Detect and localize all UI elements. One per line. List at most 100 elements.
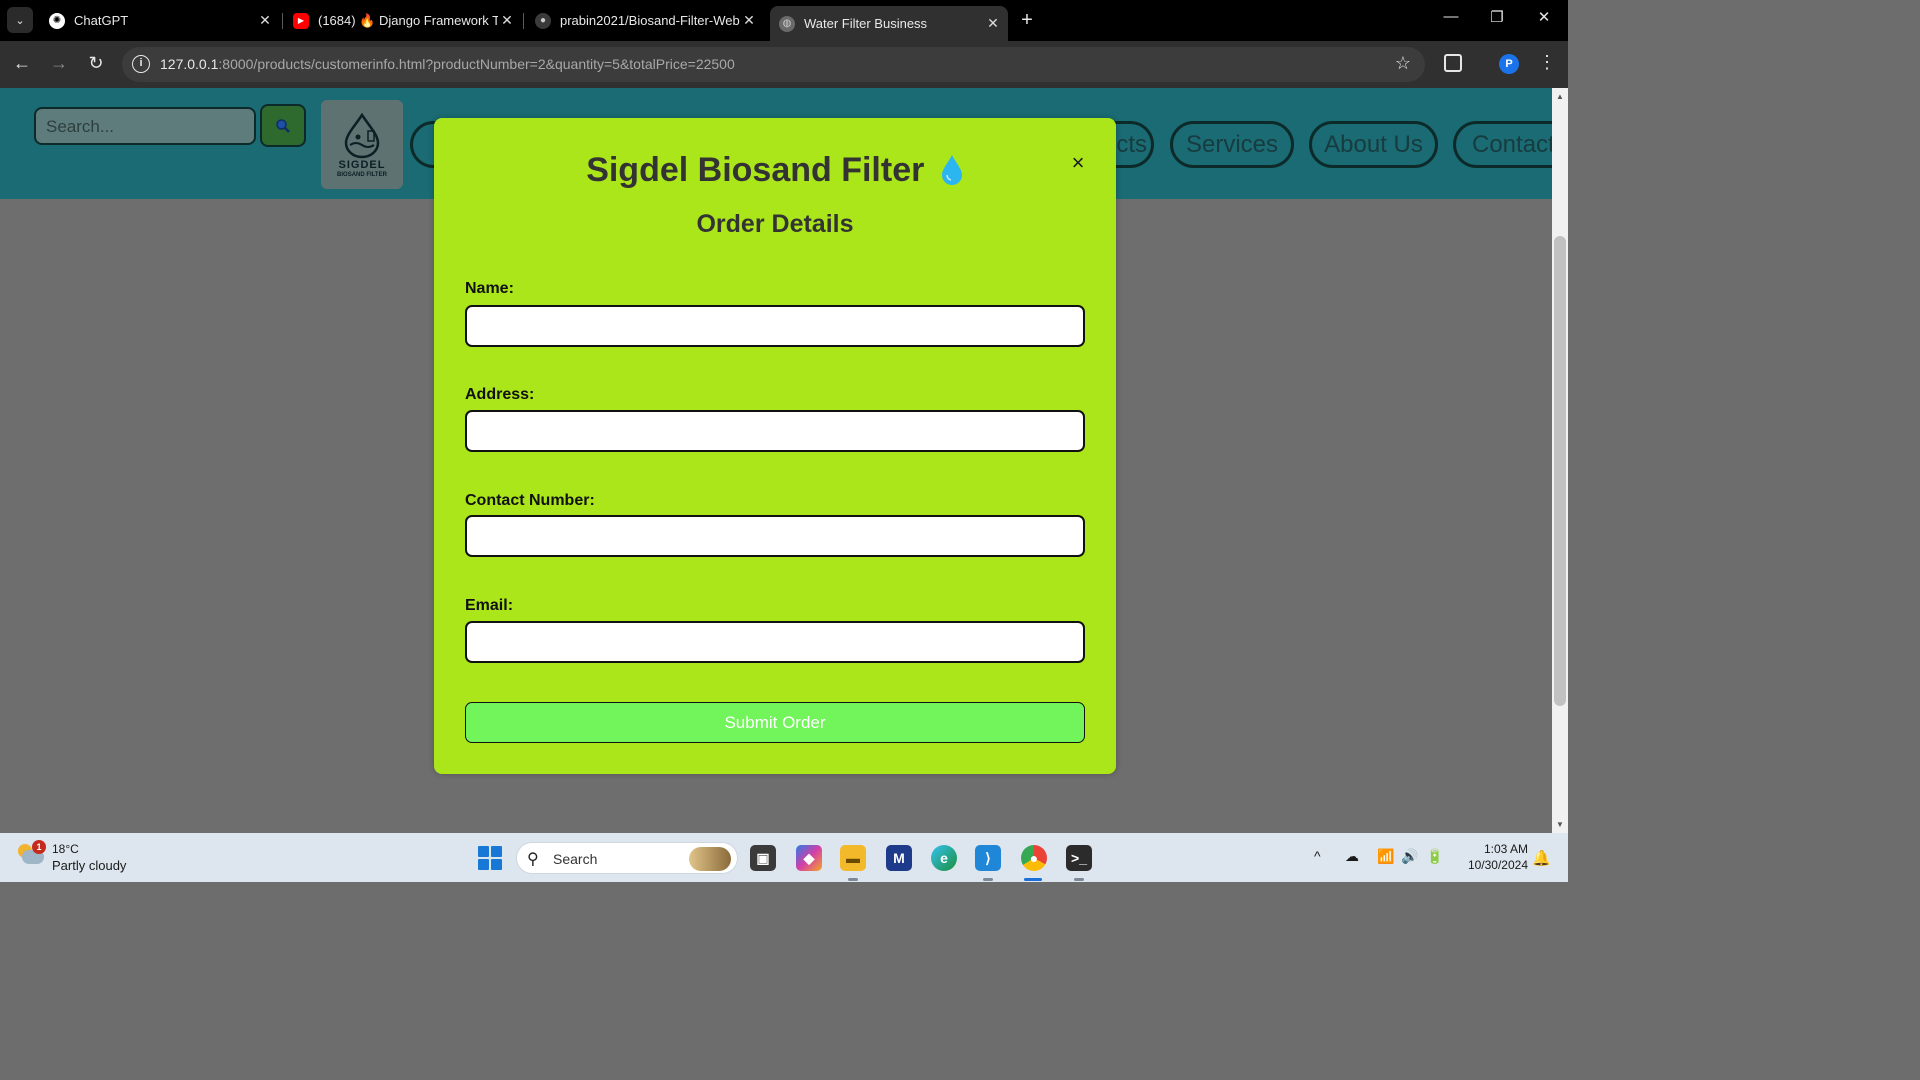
forward-button[interactable]: → bbox=[47, 53, 71, 74]
logo-tagline: BIOSAND FILTER bbox=[337, 172, 387, 178]
tab-strip: ⌄ ✺ ChatGPT ✕ ▶ (1684) 🔥 Django Framewor… bbox=[0, 0, 1568, 41]
close-icon[interactable]: ✕ bbox=[498, 12, 516, 29]
name-input[interactable] bbox=[465, 305, 1085, 347]
weather-condition: Partly cloudy bbox=[52, 858, 127, 873]
notification-badge: 1 bbox=[32, 840, 46, 854]
taskbar: 1 18°C Partly cloudy ⚲ Search ▣ ◆ ▬ M e … bbox=[0, 833, 1568, 882]
running-indicator bbox=[1074, 878, 1084, 881]
onedrive-icon[interactable]: ☁ bbox=[1345, 848, 1359, 865]
address-bar[interactable]: i 127.0.0.1:8000/products/customerinfo.h… bbox=[122, 47, 1425, 82]
contact-number-label: Contact Number: bbox=[465, 492, 595, 509]
terminal-icon[interactable]: >_ bbox=[1066, 845, 1092, 871]
back-button[interactable]: ← bbox=[10, 53, 34, 74]
notifications-bell-icon[interactable]: 🔔 bbox=[1532, 849, 1551, 867]
search-icon: ⚲ bbox=[527, 851, 539, 868]
logo-wordmark: SIGDEL bbox=[338, 159, 386, 171]
close-window-button[interactable]: ✕ bbox=[1524, 8, 1564, 26]
address-label: Address: bbox=[465, 386, 535, 403]
clock-time: 1:03 AM bbox=[1483, 842, 1528, 856]
tab-search-button[interactable]: ⌄ bbox=[7, 7, 33, 33]
windows-logo-pane bbox=[491, 859, 502, 870]
address-input[interactable] bbox=[465, 410, 1085, 452]
tab-django[interactable]: ▶ (1684) 🔥 Django Framework T ✕ bbox=[288, 6, 516, 35]
close-icon[interactable]: ✕ bbox=[740, 12, 758, 29]
running-indicator bbox=[983, 878, 993, 881]
site-info-icon[interactable]: i bbox=[132, 55, 150, 73]
weather-widget[interactable]: 1 18°C Partly cloudy bbox=[18, 840, 178, 876]
search-highlight-image bbox=[689, 847, 731, 871]
nav-item-services[interactable]: Services bbox=[1170, 121, 1294, 168]
tab-separator bbox=[282, 13, 283, 29]
scroll-up-arrow[interactable]: ▲ bbox=[1556, 92, 1564, 101]
profile-avatar[interactable]: P bbox=[1499, 54, 1519, 74]
order-details-modal: Sigdel Biosand Filter × Order Details Na… bbox=[434, 118, 1116, 774]
windows-logo-pane bbox=[478, 859, 489, 870]
clock[interactable]: 1:03 AM 10/30/2024 bbox=[1452, 841, 1528, 873]
submit-order-button[interactable]: Submit Order bbox=[465, 702, 1085, 743]
close-icon[interactable]: ✕ bbox=[984, 15, 1002, 32]
email-label: Email: bbox=[465, 597, 514, 614]
name-label: Name: bbox=[465, 280, 514, 297]
taskbar-search-label: Search bbox=[553, 851, 598, 867]
page-scrollbar[interactable]: ▲ ▼ bbox=[1552, 88, 1568, 833]
tab-title: (1684) 🔥 Django Framework T bbox=[318, 12, 498, 28]
url-path: :8000/products/customerinfo.html?product… bbox=[218, 56, 735, 72]
tab-title: prabin2021/Biosand-Filter-Web bbox=[560, 13, 740, 28]
file-explorer-icon[interactable]: ▬ bbox=[840, 845, 866, 871]
url-host: 127.0.0.1 bbox=[160, 56, 219, 72]
edge-icon[interactable]: e bbox=[931, 845, 957, 871]
weather-temperature: 18°C bbox=[52, 842, 79, 856]
app-icon[interactable]: M bbox=[886, 845, 912, 871]
globe-icon: ◍ bbox=[779, 15, 795, 32]
taskbar-search[interactable]: ⚲ Search bbox=[516, 842, 738, 874]
windows-logo-pane bbox=[478, 846, 489, 857]
scroll-down-arrow[interactable]: ▼ bbox=[1556, 820, 1564, 829]
site-logo[interactable]: SIGDEL BIOSAND FILTER bbox=[321, 100, 403, 189]
water-drop-icon bbox=[940, 154, 964, 186]
task-view-icon[interactable]: ▣ bbox=[750, 845, 776, 871]
start-button[interactable] bbox=[478, 846, 502, 870]
github-icon: ● bbox=[535, 12, 551, 29]
chatgpt-icon: ✺ bbox=[49, 12, 65, 29]
site-search-input[interactable]: Search... bbox=[34, 107, 256, 145]
active-indicator bbox=[1024, 878, 1042, 881]
browser-menu-icon[interactable]: ⋮ bbox=[1538, 52, 1556, 73]
windows-logo-pane bbox=[491, 846, 502, 857]
email-input[interactable] bbox=[465, 621, 1085, 663]
modal-close-button[interactable]: × bbox=[1066, 151, 1090, 175]
wifi-icon[interactable]: 📶 bbox=[1377, 848, 1394, 865]
reload-button[interactable]: ↻ bbox=[84, 53, 108, 74]
extensions-icon[interactable] bbox=[1444, 54, 1462, 72]
tab-title: Water Filter Business bbox=[804, 16, 928, 31]
volume-icon[interactable]: 🔊 bbox=[1401, 848, 1418, 865]
url-text[interactable]: 127.0.0.1:8000/products/customerinfo.htm… bbox=[160, 56, 735, 72]
copilot-icon[interactable]: ◆ bbox=[796, 845, 822, 871]
search-icon bbox=[276, 118, 290, 133]
tab-github[interactable]: ● prabin2021/Biosand-Filter-Web ✕ bbox=[530, 6, 758, 35]
nav-item-about-us[interactable]: About Us bbox=[1309, 121, 1438, 168]
new-tab-button[interactable]: + bbox=[1016, 9, 1038, 32]
minimize-button[interactable]: — bbox=[1431, 8, 1471, 25]
vscode-icon[interactable]: ⟩ bbox=[975, 845, 1001, 871]
chrome-icon[interactable]: ● bbox=[1021, 845, 1047, 871]
battery-icon[interactable]: 🔋 bbox=[1426, 848, 1443, 865]
modal-title-text: Sigdel Biosand Filter bbox=[586, 151, 925, 189]
modal-subtitle: Order Details bbox=[696, 210, 854, 238]
tab-separator bbox=[523, 13, 524, 29]
clock-date: 10/30/2024 bbox=[1467, 858, 1528, 872]
close-icon[interactable]: ✕ bbox=[256, 12, 274, 29]
site-search-button[interactable] bbox=[260, 104, 306, 147]
tab-chatgpt[interactable]: ✺ ChatGPT ✕ bbox=[44, 6, 274, 35]
running-indicator bbox=[848, 878, 858, 881]
restore-button[interactable]: ❐ bbox=[1477, 8, 1517, 26]
tab-title: ChatGPT bbox=[74, 13, 129, 28]
youtube-icon: ▶ bbox=[293, 12, 309, 29]
bookmark-star-icon[interactable]: ☆ bbox=[1395, 53, 1411, 74]
show-hidden-icons[interactable]: ^ bbox=[1314, 848, 1321, 864]
tab-water-filter[interactable]: ◍ Water Filter Business ✕ bbox=[770, 6, 1008, 41]
water-drop-logo-icon bbox=[344, 112, 380, 159]
browser-toolbar: ← → ↻ i 127.0.0.1:8000/products/customer… bbox=[0, 41, 1568, 88]
contact-number-input[interactable] bbox=[465, 515, 1085, 557]
nav-item-contact[interactable]: Contact bbox=[1453, 121, 1552, 168]
scroll-thumb[interactable] bbox=[1554, 236, 1566, 706]
